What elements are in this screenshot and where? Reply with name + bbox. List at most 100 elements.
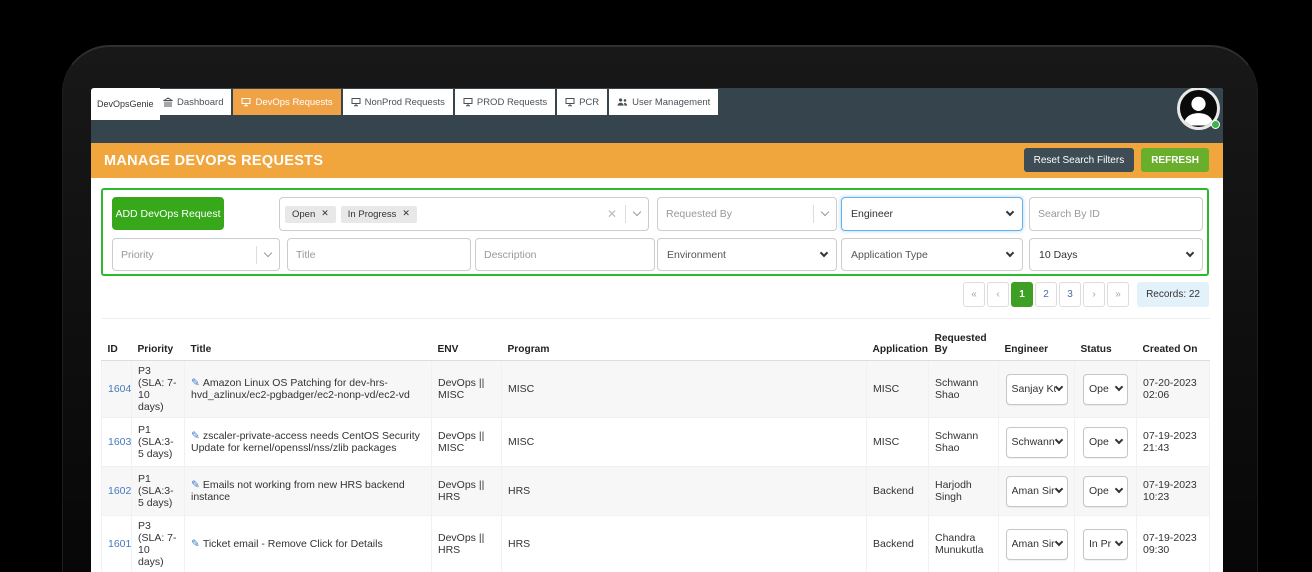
- pagination-row: « ‹ 1 2 3 › » Records: 22: [963, 282, 1209, 307]
- divider: [625, 205, 626, 223]
- remove-chip-icon[interactable]: ✕: [402, 209, 410, 219]
- chevron-down-icon: [1054, 484, 1063, 494]
- tab-dashboard[interactable]: Dashboard: [155, 89, 232, 115]
- title-filter-input[interactable]: [287, 238, 471, 271]
- env-cell[interactable]: DevOps || MISC: [431, 417, 502, 467]
- days-range-select[interactable]: 10 Days: [1029, 238, 1203, 271]
- col-application: Application: [866, 318, 929, 361]
- chevron-down-icon: [1054, 435, 1063, 445]
- chevron-down-icon: [820, 207, 830, 217]
- env-cell[interactable]: DevOps || HRS: [431, 466, 502, 516]
- application-cell[interactable]: MISC: [866, 417, 929, 467]
- page-prev-button[interactable]: ‹: [987, 282, 1010, 307]
- search-by-id-input[interactable]: [1029, 197, 1203, 231]
- remove-chip-icon[interactable]: ✕: [321, 209, 329, 219]
- priority-cell: P1 (SLA:3-5 days): [131, 466, 185, 516]
- request-id-link[interactable]: 1601: [108, 538, 131, 550]
- clear-selection-icon[interactable]: ✕: [607, 207, 617, 221]
- col-created-on: Created On: [1136, 318, 1210, 361]
- status-multiselect[interactable]: Open ✕ In Progress ✕ ✕: [279, 197, 649, 231]
- page-header-bar: MANAGE DEVOPS REQUESTS Reset Search Filt…: [91, 143, 1223, 178]
- col-env: ENV: [431, 318, 502, 361]
- created-on-cell: 07-19-2023 10:23: [1136, 466, 1210, 516]
- engineer-row-select[interactable]: Aman Sir: [1005, 528, 1068, 560]
- page-first-button[interactable]: «: [963, 282, 986, 307]
- edit-icon[interactable]: ✎: [191, 377, 200, 389]
- status-row-select[interactable]: In Pr: [1083, 528, 1128, 560]
- edit-icon[interactable]: ✎: [191, 430, 200, 442]
- application-cell[interactable]: Backend: [866, 466, 929, 516]
- page-2-button[interactable]: 2: [1035, 282, 1058, 307]
- reset-search-filters-button[interactable]: Reset Search Filters: [1023, 148, 1135, 172]
- page-last-button[interactable]: »: [1107, 282, 1130, 307]
- engineer-row-select[interactable]: Aman Sir: [1005, 475, 1068, 507]
- edit-icon[interactable]: ✎: [191, 538, 200, 550]
- environment-select[interactable]: Environment: [657, 238, 837, 271]
- program-cell[interactable]: HRS: [501, 515, 867, 572]
- table-row: 1604 P3 (SLA: 7-10 days) ✎ Amazon Linux O…: [101, 360, 1210, 418]
- tab-prod-requests[interactable]: PROD Requests: [454, 89, 556, 115]
- status-row-select[interactable]: Ope: [1083, 426, 1128, 458]
- engineer-row-select[interactable]: Sanjay Ku: [1005, 373, 1068, 405]
- refresh-button[interactable]: REFRESH: [1141, 148, 1209, 172]
- table-header-row: ID Priority Title ENV Program Applicatio…: [101, 318, 1210, 361]
- tab-user-management[interactable]: User Management: [609, 89, 719, 115]
- priority-cell: P1 (SLA:3-5 days): [131, 417, 185, 467]
- requested-by-cell: Chandra Munukutla: [928, 515, 999, 572]
- program-cell[interactable]: MISC: [501, 360, 867, 418]
- monitor-icon: [241, 97, 251, 107]
- status-row-select[interactable]: Ope: [1083, 475, 1128, 507]
- requested-by-cell: Schwann Shao: [928, 417, 999, 467]
- col-status: Status: [1074, 318, 1137, 361]
- created-on-cell: 07-19-2023 21:43: [1136, 417, 1210, 467]
- monitor-icon: [463, 97, 473, 107]
- engineer-select[interactable]: Engineer: [841, 197, 1023, 231]
- chevron-down-icon: [819, 248, 829, 257]
- table-row: 1603 P1 (SLA:3-5 days) ✎ zscaler-private-…: [101, 417, 1210, 467]
- title-cell: ✎ Emails not working from new HRS backend…: [184, 466, 432, 516]
- requested-by-cell: Harjodh Singh: [928, 466, 999, 516]
- col-id: ID: [101, 318, 132, 361]
- priority-cell: P3 (SLA: 7-10 days): [131, 360, 185, 418]
- add-devops-request-button[interactable]: ADD DevOps Request: [112, 197, 224, 230]
- table-row: 1602 P1 (SLA:3-5 days) ✎ Emails not worki…: [101, 466, 1210, 516]
- chevron-down-icon: [1114, 537, 1124, 547]
- priority-dropdown[interactable]: Priority: [112, 238, 280, 271]
- request-id-link[interactable]: 1603: [108, 436, 131, 448]
- env-cell[interactable]: DevOps || HRS: [431, 515, 502, 572]
- monitor-icon: [351, 97, 361, 107]
- filter-panel: ADD DevOps Request Open ✕ In Progress ✕ …: [101, 188, 1209, 276]
- request-id-link[interactable]: 1604: [108, 383, 131, 395]
- title-cell: ✎ Amazon Linux OS Patching for dev-hrs-hv…: [184, 360, 432, 418]
- priority-cell: P3 (SLA: 7-10 days): [131, 515, 185, 572]
- page-3-button[interactable]: 3: [1059, 282, 1082, 307]
- page-1-button[interactable]: 1: [1011, 282, 1034, 307]
- requested-by-dropdown[interactable]: Requested By: [657, 197, 837, 231]
- tab-nonprod-requests[interactable]: NonProd Requests: [342, 89, 453, 115]
- application-cell[interactable]: MISC: [866, 360, 929, 418]
- tab-devops-requests[interactable]: DevOps Requests: [233, 89, 341, 115]
- col-priority: Priority: [131, 318, 185, 361]
- chevron-down-icon: [1054, 537, 1063, 547]
- engineer-row-select[interactable]: Schwann: [1005, 426, 1068, 458]
- env-cell[interactable]: DevOps || MISC: [431, 360, 502, 418]
- status-row-select[interactable]: Ope: [1083, 373, 1128, 405]
- title-cell: ✎ Ticket email - Remove Click for Details: [184, 515, 432, 572]
- tab-pcr[interactable]: PCR: [557, 89, 608, 115]
- status-chip-in-progress: In Progress ✕: [340, 205, 417, 223]
- request-id-link[interactable]: 1602: [108, 485, 131, 497]
- description-filter-input[interactable]: [475, 238, 655, 271]
- program-cell[interactable]: HRS: [501, 466, 867, 516]
- page-next-button[interactable]: ›: [1083, 282, 1106, 307]
- chevron-down-icon: [1114, 484, 1124, 494]
- status-chip-open: Open ✕: [285, 205, 336, 223]
- application-cell[interactable]: Backend: [866, 515, 929, 572]
- nav-tabs: Dashboard DevOps Requests NonProd Reques…: [155, 89, 719, 115]
- chevron-down-icon: [1005, 248, 1015, 257]
- application-type-select[interactable]: Application Type: [841, 238, 1023, 271]
- online-status-dot: [1211, 120, 1220, 129]
- brand-logo[interactable]: DevOpsGenie: [91, 88, 160, 120]
- program-cell[interactable]: MISC: [501, 417, 867, 467]
- edit-icon[interactable]: ✎: [191, 479, 200, 491]
- user-avatar[interactable]: [1177, 88, 1220, 130]
